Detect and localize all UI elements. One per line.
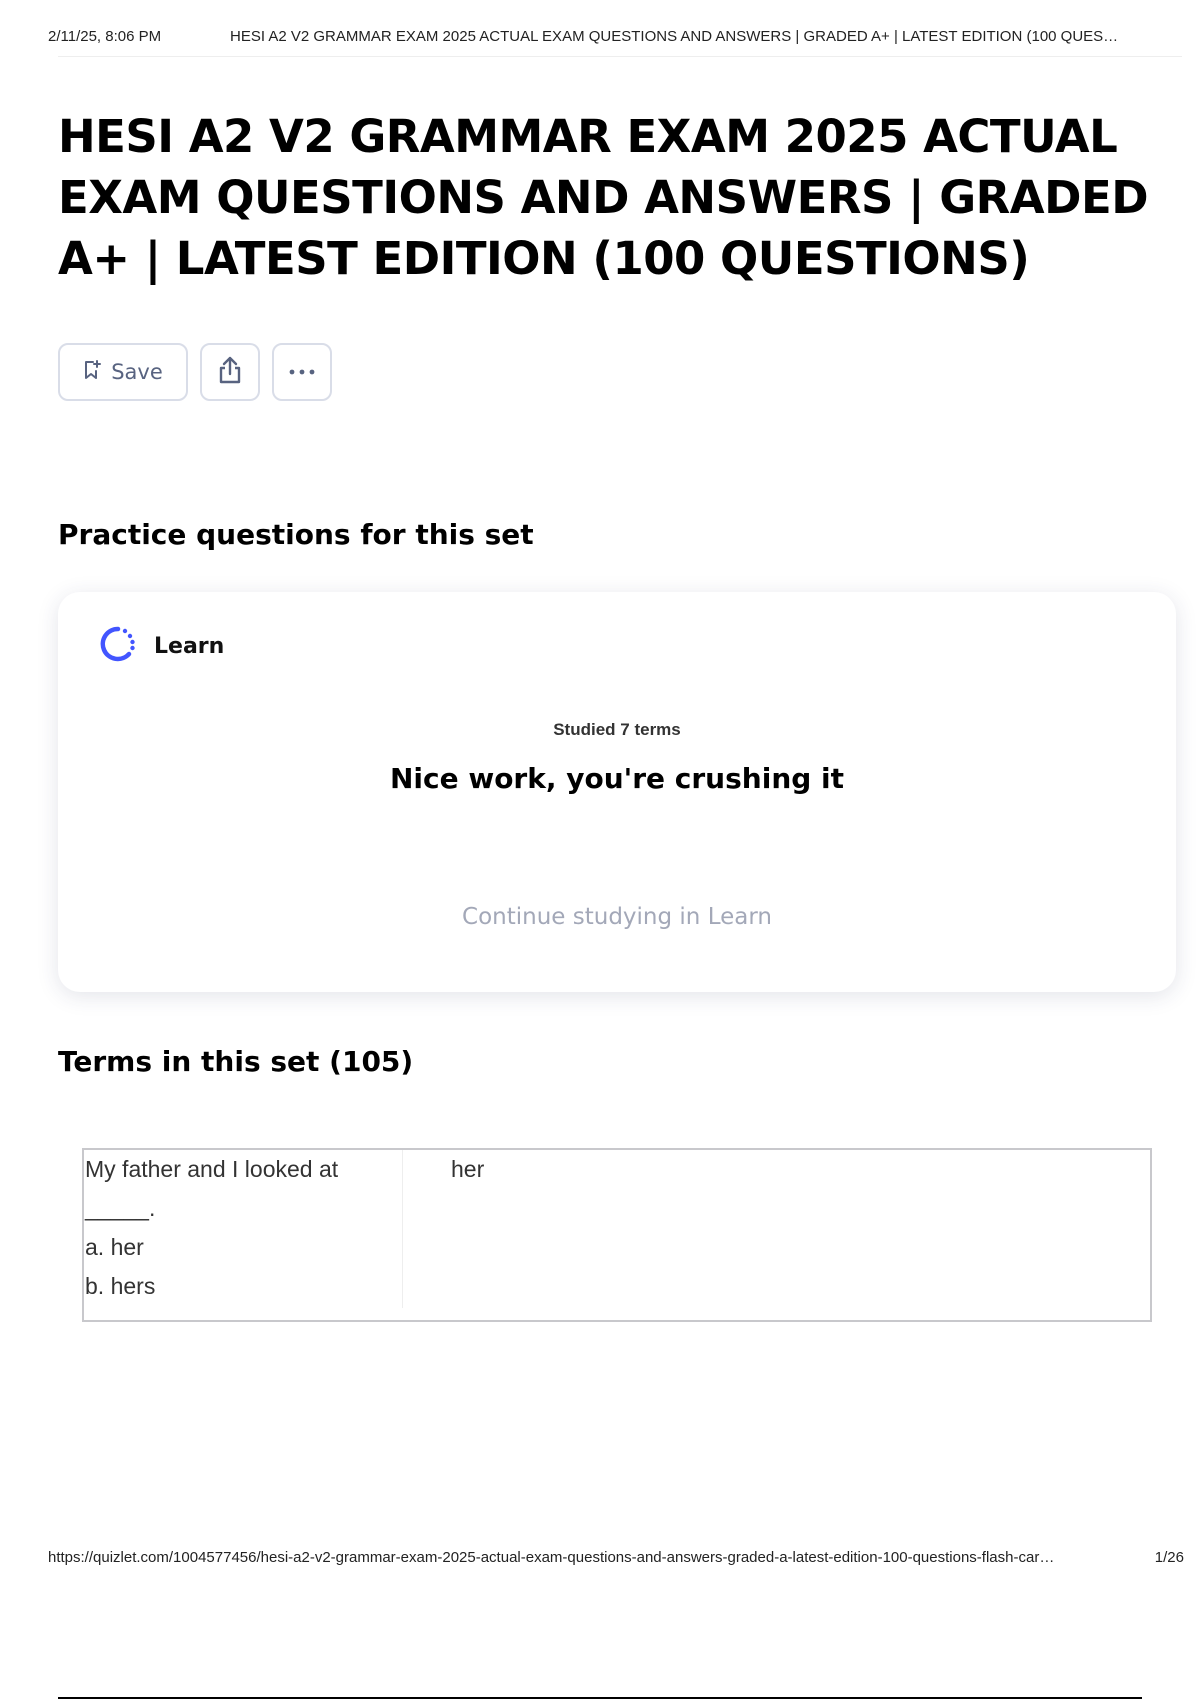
- bookmark-add-icon: [83, 359, 102, 385]
- print-url: https://quizlet.com/1004577456/hesi-a2-v…: [48, 1549, 1055, 1566]
- terms-section-heading: Terms in this set (105): [58, 1045, 414, 1078]
- print-doc-title: HESI A2 V2 GRAMMAR EXAM 2025 ACTUAL EXAM…: [230, 28, 1119, 45]
- practice-section-heading: Practice questions for this set: [58, 518, 534, 551]
- more-options-button[interactable]: [272, 343, 332, 401]
- term-answer: her: [403, 1150, 484, 1320]
- term-card: My father and I looked at _____. a. her …: [82, 1148, 1152, 1322]
- more-options-icon: [287, 363, 317, 381]
- print-datetime: 2/11/25, 8:06 PM: [48, 28, 162, 45]
- set-actions: Save: [58, 343, 332, 401]
- print-footer: https://quizlet.com/1004577456/hesi-a2-v…: [48, 1549, 1184, 1566]
- share-icon: [216, 355, 244, 390]
- progress-message: Nice work, you're crushing it: [389, 762, 845, 795]
- save-button-label: Save: [111, 360, 163, 384]
- page-bottom-divider: [58, 1697, 1142, 1699]
- page-title: HESI A2 V2 GRAMMAR EXAM 2025 ACTUAL EXAM…: [58, 110, 1149, 285]
- learn-label: Learn: [154, 634, 225, 659]
- continue-learn-link[interactable]: Continue studying in Learn: [58, 904, 1176, 930]
- print-header: 2/11/25, 8:06 PM HESI A2 V2 GRAMMAR EXAM…: [48, 28, 1184, 45]
- term-answer-text: her: [451, 1156, 485, 1182]
- learn-progress-icon: [96, 622, 140, 671]
- learn-header: Learn: [96, 622, 224, 671]
- learn-card[interactable]: Learn Studied 7 terms Nice work, you're …: [58, 592, 1176, 992]
- header-divider: [58, 56, 1182, 57]
- term-question-line: b. hers: [85, 1273, 156, 1299]
- save-button[interactable]: Save: [58, 343, 188, 401]
- term-question-line: a. her: [85, 1234, 144, 1260]
- share-button[interactable]: [200, 343, 260, 401]
- term-question: My father and I looked at _____. a. her …: [84, 1150, 403, 1308]
- term-question-line: _____.: [85, 1195, 156, 1221]
- print-page-number: 1/26: [1154, 1549, 1184, 1566]
- term-question-line: My father and I looked at: [85, 1156, 339, 1182]
- studied-terms-count: Studied 7 terms: [553, 720, 681, 739]
